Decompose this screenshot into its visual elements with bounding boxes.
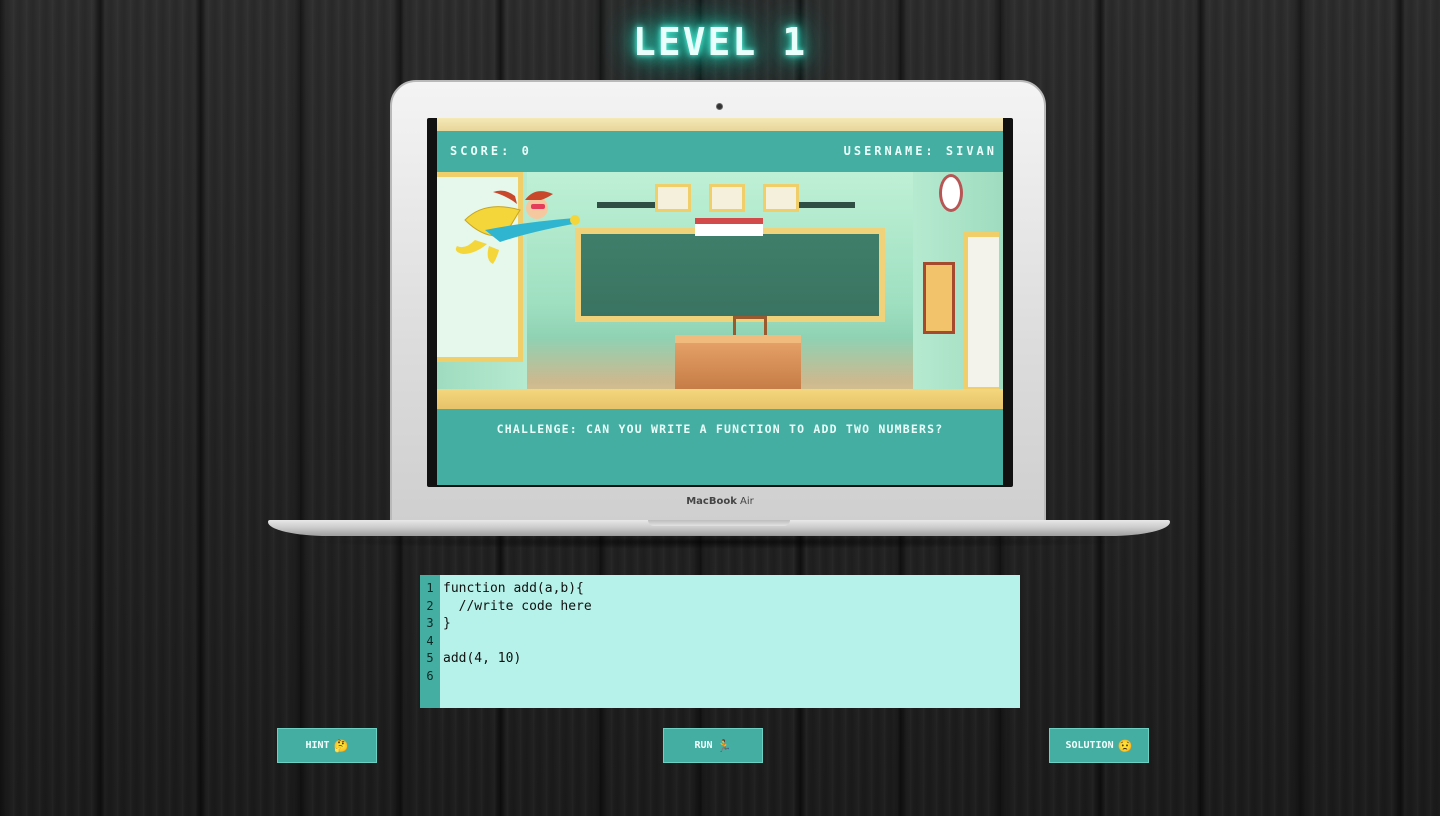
- laptop-base: [268, 520, 1170, 536]
- wall-frame: [763, 184, 799, 212]
- run-button-label: RUN: [694, 740, 713, 751]
- wall-frame: [709, 184, 745, 212]
- code-area[interactable]: function add(a,b){ //write code here } a…: [440, 575, 1020, 708]
- code-line[interactable]: [443, 633, 1020, 651]
- desk-illustration: [675, 335, 801, 391]
- game-screen: SCORE: 0 USERNAME: SIVAN CHALLENGE: CAN …: [437, 118, 1003, 485]
- board-paper: [695, 218, 763, 236]
- camera-icon: [716, 103, 723, 110]
- floor: [437, 389, 1003, 409]
- notice-board-illustration: [923, 262, 955, 334]
- code-line[interactable]: }: [443, 615, 1020, 633]
- thinking-face-icon: 🤔: [333, 738, 349, 753]
- worried-face-icon: 😟: [1117, 738, 1133, 753]
- clock-icon: [939, 174, 963, 212]
- solution-button[interactable]: SOLUTION 😟: [1049, 728, 1149, 763]
- line-number: 3: [426, 616, 434, 630]
- superhero-character: [455, 190, 580, 264]
- code-line[interactable]: //write code here: [443, 598, 1020, 616]
- solution-button-label: SOLUTION: [1065, 740, 1114, 751]
- line-number: 5: [426, 651, 434, 665]
- hint-button-label: HINT: [305, 740, 330, 751]
- page: LEVEL 1 SCORE: 0 USERNAME: SIVAN CHALLEN…: [0, 0, 1440, 816]
- score-label: SCORE: 0: [450, 144, 532, 158]
- run-button[interactable]: RUN 🏃: [663, 728, 763, 763]
- door-illustration: [963, 232, 999, 392]
- code-line[interactable]: function add(a,b){: [443, 580, 1020, 598]
- ceiling-strip: [437, 118, 1003, 131]
- line-number: 4: [426, 633, 434, 648]
- score-bar: SCORE: 0 USERNAME: SIVAN: [437, 131, 1003, 172]
- level-title: LEVEL 1: [632, 20, 808, 64]
- laptop-notch: [648, 520, 790, 526]
- code-line[interactable]: [443, 668, 1020, 686]
- brand-name: MacBook: [686, 496, 737, 507]
- laptop-bezel: SCORE: 0 USERNAME: SIVAN CHALLENGE: CAN …: [427, 118, 1013, 487]
- challenge-text: CHALLENGE: CAN YOU WRITE A FUNCTION TO A…: [437, 409, 1003, 485]
- username-label: USERNAME: SIVAN: [843, 144, 997, 158]
- code-editor[interactable]: 1 2 3 4 5 6 function add(a,b){ //write c…: [420, 575, 1020, 708]
- laptop-brand: MacBook Air: [392, 496, 1048, 507]
- classroom-scene: [437, 172, 1003, 409]
- runner-icon: 🏃: [716, 738, 732, 753]
- line-number: 6: [426, 668, 434, 683]
- code-line[interactable]: add(4, 10): [443, 650, 1020, 668]
- chalkboard-illustration: [575, 228, 885, 322]
- line-number: 2: [426, 598, 434, 613]
- line-number: 1: [426, 581, 434, 595]
- line-number-gutter: 1 2 3 4 5 6: [420, 575, 440, 708]
- wall-frame: [655, 184, 691, 212]
- hint-button[interactable]: HINT 🤔: [277, 728, 377, 763]
- laptop-shadow: [300, 535, 1140, 549]
- brand-model: Air: [740, 496, 754, 507]
- laptop-lid: SCORE: 0 USERNAME: SIVAN CHALLENGE: CAN …: [390, 80, 1046, 524]
